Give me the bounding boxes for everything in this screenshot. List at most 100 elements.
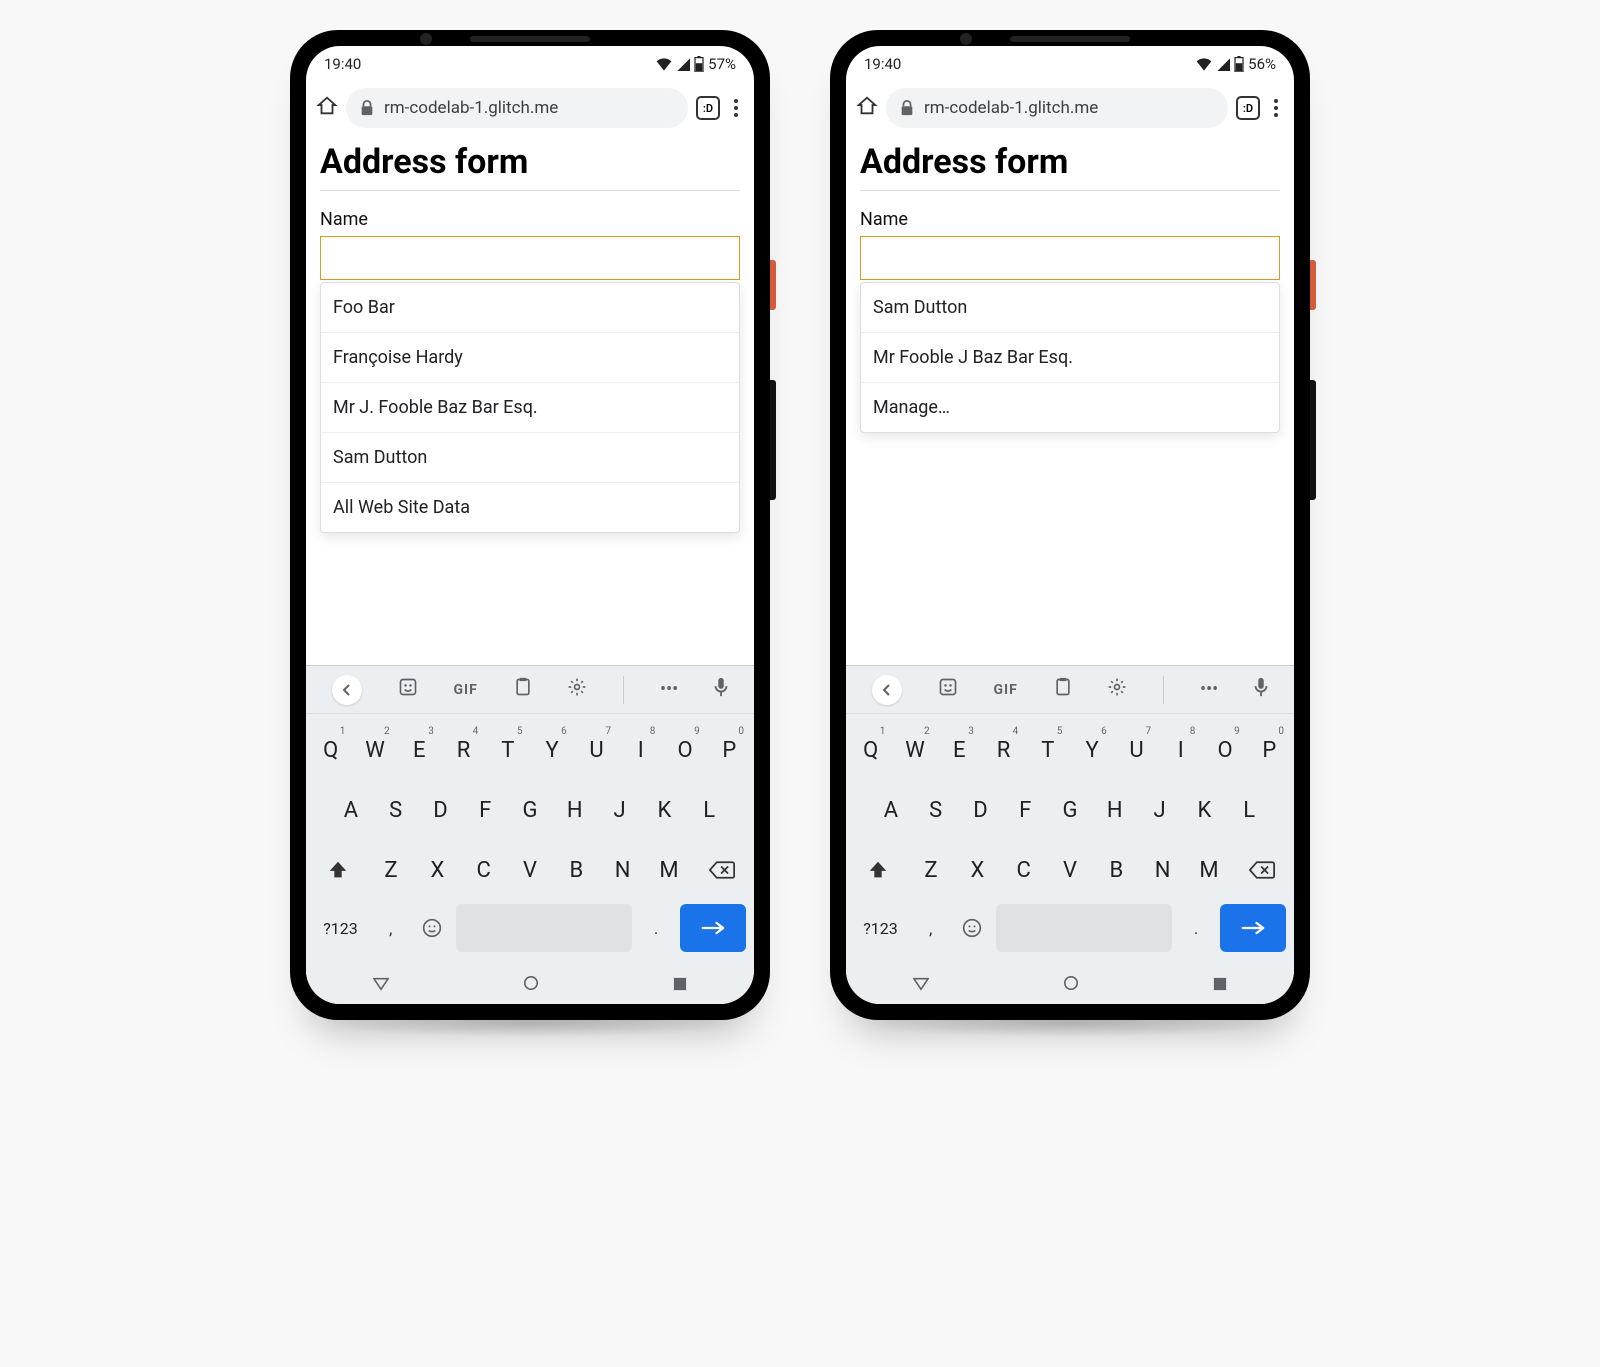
- key-v[interactable]: V: [1048, 844, 1091, 896]
- key-d[interactable]: D: [420, 784, 462, 836]
- key-u[interactable]: U7: [576, 724, 617, 776]
- symbols-key[interactable]: ?123: [314, 904, 367, 952]
- key-l[interactable]: L: [688, 784, 730, 836]
- key-x[interactable]: X: [416, 844, 459, 896]
- key-u[interactable]: U7: [1116, 724, 1157, 776]
- period-key[interactable]: .: [638, 904, 673, 952]
- navbar-back-icon[interactable]: [913, 976, 929, 995]
- url-omnibox[interactable]: rm-codelab-1.glitch.me: [886, 88, 1228, 128]
- tab-count-button[interactable]: :D: [1236, 96, 1260, 120]
- key-o[interactable]: O9: [664, 724, 705, 776]
- key-j[interactable]: J: [599, 784, 641, 836]
- sticker-icon[interactable]: [938, 677, 958, 702]
- more-icon[interactable]: •••: [1200, 679, 1218, 700]
- key-e[interactable]: E3: [939, 724, 980, 776]
- overflow-menu-icon[interactable]: [734, 99, 738, 117]
- key-w[interactable]: W2: [354, 724, 395, 776]
- key-n[interactable]: N: [1141, 844, 1184, 896]
- autofill-suggestion[interactable]: Françoise Hardy: [321, 333, 739, 383]
- home-icon[interactable]: [316, 95, 338, 121]
- key-b[interactable]: B: [555, 844, 598, 896]
- tab-count-button[interactable]: :D: [696, 96, 720, 120]
- gear-icon[interactable]: [567, 677, 587, 702]
- sticker-icon[interactable]: [398, 677, 418, 702]
- shift-key-icon[interactable]: [850, 844, 906, 896]
- spacebar-key[interactable]: [996, 904, 1173, 952]
- clipboard-icon[interactable]: [514, 677, 532, 702]
- enter-key-icon[interactable]: [680, 904, 746, 952]
- symbols-key[interactable]: ?123: [854, 904, 907, 952]
- more-icon[interactable]: •••: [660, 679, 678, 700]
- autofill-suggestion[interactable]: Mr Fooble J Baz Bar Esq.: [861, 333, 1279, 383]
- url-omnibox[interactable]: rm-codelab-1.glitch.me: [346, 88, 688, 128]
- key-b[interactable]: B: [1095, 844, 1138, 896]
- key-p[interactable]: P0: [1249, 724, 1290, 776]
- key-a[interactable]: A: [330, 784, 372, 836]
- key-o[interactable]: O9: [1204, 724, 1245, 776]
- key-e[interactable]: E3: [399, 724, 440, 776]
- gif-icon[interactable]: GIF: [453, 682, 477, 698]
- key-r[interactable]: R4: [443, 724, 484, 776]
- navbar-home-icon[interactable]: [523, 975, 539, 995]
- autofill-manage-link[interactable]: Manage…: [861, 383, 1279, 432]
- key-l[interactable]: L: [1228, 784, 1270, 836]
- key-p[interactable]: P0: [709, 724, 750, 776]
- autofill-suggestion[interactable]: Sam Dutton: [321, 433, 739, 483]
- key-m[interactable]: M: [647, 844, 690, 896]
- name-input[interactable]: [860, 236, 1280, 280]
- overflow-menu-icon[interactable]: [1274, 99, 1278, 117]
- key-y[interactable]: Y6: [1072, 724, 1113, 776]
- key-c[interactable]: C: [1002, 844, 1045, 896]
- collapse-toolbar-icon[interactable]: [872, 675, 902, 705]
- shift-key-icon[interactable]: [310, 844, 366, 896]
- gif-icon[interactable]: GIF: [993, 682, 1017, 698]
- backspace-key-icon[interactable]: [694, 844, 750, 896]
- key-x[interactable]: X: [956, 844, 999, 896]
- emoji-key-icon[interactable]: [954, 904, 989, 952]
- mic-icon[interactable]: [714, 677, 728, 702]
- key-q[interactable]: Q1: [850, 724, 891, 776]
- key-s[interactable]: S: [375, 784, 417, 836]
- key-i[interactable]: I8: [620, 724, 661, 776]
- comma-key[interactable]: ,: [373, 904, 408, 952]
- gear-icon[interactable]: [1107, 677, 1127, 702]
- key-s[interactable]: S: [915, 784, 957, 836]
- navbar-home-icon[interactable]: [1063, 975, 1079, 995]
- key-c[interactable]: C: [462, 844, 505, 896]
- key-t[interactable]: T5: [1027, 724, 1068, 776]
- collapse-toolbar-icon[interactable]: [332, 675, 362, 705]
- key-i[interactable]: I8: [1160, 724, 1201, 776]
- key-k[interactable]: K: [643, 784, 685, 836]
- autofill-suggestion[interactable]: Sam Dutton: [861, 283, 1279, 333]
- key-h[interactable]: H: [554, 784, 596, 836]
- key-z[interactable]: Z: [909, 844, 952, 896]
- period-key[interactable]: .: [1178, 904, 1213, 952]
- home-icon[interactable]: [856, 95, 878, 121]
- key-g[interactable]: G: [1049, 784, 1091, 836]
- mic-icon[interactable]: [1254, 677, 1268, 702]
- enter-key-icon[interactable]: [1220, 904, 1286, 952]
- key-y[interactable]: Y6: [532, 724, 573, 776]
- autofill-suggestion[interactable]: Foo Bar: [321, 283, 739, 333]
- key-n[interactable]: N: [601, 844, 644, 896]
- backspace-key-icon[interactable]: [1234, 844, 1290, 896]
- comma-key[interactable]: ,: [913, 904, 948, 952]
- key-z[interactable]: Z: [369, 844, 412, 896]
- key-r[interactable]: R4: [983, 724, 1024, 776]
- key-t[interactable]: T5: [487, 724, 528, 776]
- navbar-back-icon[interactable]: [373, 976, 389, 995]
- name-input[interactable]: [320, 236, 740, 280]
- autofill-suggestion[interactable]: Mr J. Fooble Baz Bar Esq.: [321, 383, 739, 433]
- emoji-key-icon[interactable]: [414, 904, 449, 952]
- key-q[interactable]: Q1: [310, 724, 351, 776]
- key-k[interactable]: K: [1183, 784, 1225, 836]
- key-d[interactable]: D: [960, 784, 1002, 836]
- key-g[interactable]: G: [509, 784, 551, 836]
- key-m[interactable]: M: [1187, 844, 1230, 896]
- key-f[interactable]: F: [1004, 784, 1046, 836]
- key-j[interactable]: J: [1139, 784, 1181, 836]
- navbar-recents-icon[interactable]: [673, 976, 687, 995]
- key-v[interactable]: V: [508, 844, 551, 896]
- navbar-recents-icon[interactable]: [1213, 976, 1227, 995]
- clipboard-icon[interactable]: [1054, 677, 1072, 702]
